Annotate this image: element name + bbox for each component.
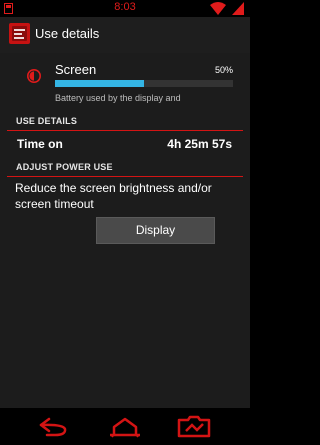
page-title: Use details: [35, 26, 100, 41]
usage-progress-fill: [55, 80, 144, 87]
time-on-value: 4h 25m 57s: [167, 137, 232, 151]
app-settings-icon[interactable]: [9, 23, 30, 44]
power-suggestion-text: Reduce the screen brightness and/or scre…: [15, 181, 212, 211]
usage-description: Battery used by the display and: [55, 93, 181, 103]
wifi-icon: [210, 2, 226, 15]
section-header-adjust-power: ADJUST POWER USE: [16, 162, 113, 172]
usage-progress-bar: [55, 80, 233, 87]
content: Screen 50% Battery used by the display a…: [0, 53, 250, 408]
battery-icon: [232, 2, 244, 15]
time-on-label: Time on: [17, 137, 63, 151]
navigation-bar: [0, 408, 250, 445]
section-divider-use-details: [7, 130, 243, 131]
usage-item-label: Screen: [55, 62, 97, 77]
brightness-icon: [27, 69, 41, 83]
action-bar: Use details: [0, 17, 250, 70]
section-header-use-details: USE DETAILS: [16, 116, 78, 126]
recents-icon[interactable]: [176, 414, 212, 440]
back-icon[interactable]: [37, 416, 71, 438]
home-icon[interactable]: [108, 416, 142, 438]
section-divider-adjust-power: [7, 176, 243, 177]
display-settings-button[interactable]: Display: [96, 217, 215, 244]
usage-percent: 50%: [214, 65, 233, 75]
status-bar: 8:03: [0, 0, 250, 17]
